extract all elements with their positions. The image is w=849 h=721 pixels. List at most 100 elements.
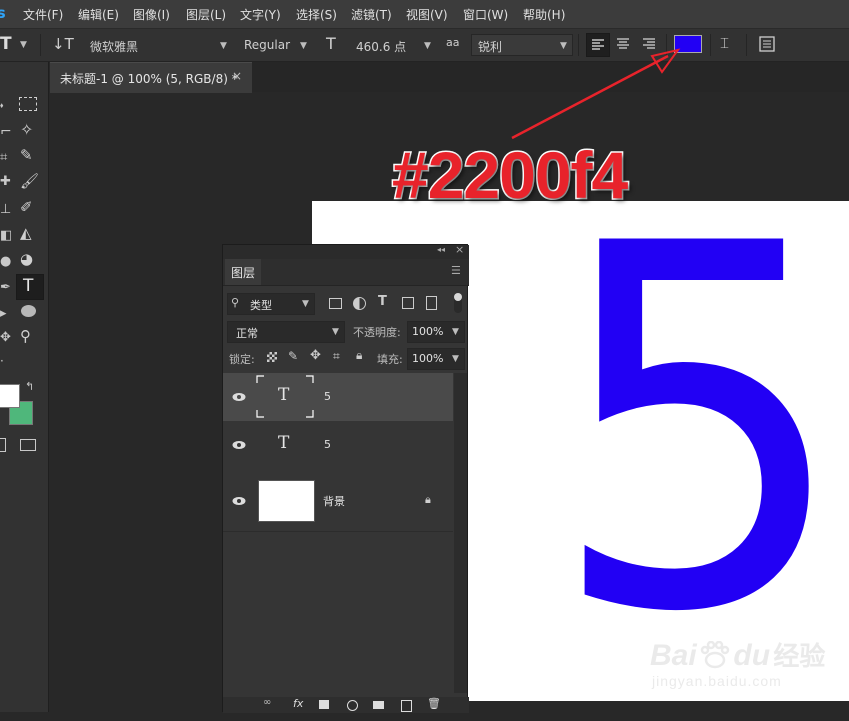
move-tool-icon[interactable]: ⬪ <box>0 98 3 113</box>
layers-footer: ∞ fx 🗑︎ <box>223 697 469 713</box>
chevron-down-icon: ▼ <box>300 41 307 51</box>
pen-tool-icon[interactable]: ✒ <box>0 280 11 295</box>
fill-label: 填充: <box>377 353 403 366</box>
adjustment-layer-icon[interactable] <box>347 700 358 711</box>
type-tool-button[interactable]: T <box>16 274 44 300</box>
font-family-select[interactable]: 微软雅黑 ▼ <box>84 35 234 55</box>
blend-mode-value: 正常 <box>236 327 258 340</box>
chevron-down-icon[interactable]: ▼ <box>20 40 27 50</box>
paint-bucket-icon[interactable]: ◭ <box>20 224 32 242</box>
close-icon[interactable]: × <box>455 243 464 256</box>
antialias-value: 锐利 <box>478 40 503 54</box>
healing-brush-icon[interactable]: ✚ <box>0 174 11 189</box>
menu-view[interactable]: 视图(V) <box>406 6 448 23</box>
options-bar: T ▼ ↓T 微软雅黑 ▼ Regular ▼ T 460.6 点 ▼ aa 锐… <box>0 29 849 62</box>
blend-mode-select[interactable]: 正常 ▼ <box>227 321 345 343</box>
chevron-down-icon: ▼ <box>452 354 459 364</box>
more-tools-icon[interactable]: · <box>0 354 4 368</box>
menu-layer[interactable]: 图层(L) <box>186 6 226 23</box>
type-tool-icon: T <box>23 276 34 296</box>
lock-artboard-icon[interactable]: ⌗ <box>333 349 340 364</box>
eyedropper-icon[interactable]: ✎ <box>20 146 33 164</box>
opacity-input[interactable]: 100% ▼ <box>407 321 465 343</box>
quick-mask-icon[interactable] <box>0 438 6 452</box>
lock-transparent-icon[interactable] <box>267 352 277 362</box>
type-tool-preset-icon[interactable]: T <box>0 34 12 54</box>
close-icon[interactable]: × <box>232 69 242 83</box>
fill-input[interactable]: 100% ▼ <box>407 348 465 370</box>
character-panel-button[interactable] <box>758 35 776 53</box>
layer-row[interactable]: 背景 🔒︎ <box>223 469 453 532</box>
layer-filter-select[interactable]: ⚲ 类型 ▼ <box>227 293 315 315</box>
add-mask-icon[interactable] <box>319 700 329 709</box>
layer-row[interactable]: T 5 <box>223 373 453 422</box>
filter-type-icon[interactable]: T <box>378 294 387 309</box>
marquee-tool-icon[interactable] <box>19 97 37 111</box>
document-tab-title: 未标题-1 @ 100% (5, RGB/8) * <box>60 72 238 86</box>
crop-tool-icon[interactable]: ⌗ <box>0 150 7 165</box>
visibility-eye-icon[interactable] <box>232 440 246 450</box>
magic-wand-icon[interactable]: ✧ <box>20 120 33 139</box>
chevron-down-icon: ▼ <box>302 299 309 309</box>
layer-name: 5 <box>324 438 331 451</box>
tab-layers[interactable]: 图层 <box>225 259 261 285</box>
collapse-icon[interactable]: ◂◂ <box>437 245 445 254</box>
menu-filter[interactable]: 滤镜(T) <box>351 6 392 23</box>
zoom-tool-icon[interactable]: ⚲ <box>20 327 31 345</box>
screen-mode-icon[interactable] <box>20 439 36 451</box>
layer-name: 5 <box>324 390 331 403</box>
foreground-color-swatch[interactable] <box>0 384 20 408</box>
warp-text-icon[interactable]: ⌶ <box>720 34 729 52</box>
menu-select[interactable]: 选择(S) <box>296 6 337 23</box>
panel-menu-icon[interactable]: ☰ <box>451 264 461 277</box>
delete-layer-icon[interactable]: 🗑︎ <box>427 697 441 710</box>
lock-icon: 🔒︎ <box>425 493 431 506</box>
dodge-tool-icon[interactable]: ◕ <box>20 250 33 268</box>
lock-label: 锁定: <box>229 353 255 366</box>
menu-help[interactable]: 帮助(H) <box>523 6 565 23</box>
layer-name: 背景 <box>323 495 345 508</box>
font-style-select[interactable]: Regular ▼ <box>238 35 316 55</box>
new-layer-icon[interactable] <box>401 700 412 712</box>
eraser-icon[interactable]: ◧ <box>0 228 12 243</box>
lock-all-icon[interactable]: 🔒︎ <box>356 348 362 363</box>
color-hex-annotation: #2200f4 <box>390 137 629 214</box>
lock-image-icon[interactable]: ✎ <box>288 349 298 363</box>
menu-file[interactable]: 文件(F) <box>23 6 63 23</box>
filter-pixel-icon[interactable] <box>329 298 342 309</box>
filter-shape-icon[interactable] <box>402 297 414 309</box>
menu-window[interactable]: 窗口(W) <box>463 6 508 23</box>
watermark-brand-tail: du <box>733 639 771 672</box>
panel-header[interactable]: ◂◂ × <box>223 243 469 259</box>
chevron-down-icon: ▼ <box>220 41 227 51</box>
clone-stamp-icon[interactable]: ⊥ <box>0 202 11 217</box>
lasso-tool-icon[interactable]: ⌐ <box>0 124 12 140</box>
filter-adjustment-icon[interactable] <box>353 297 366 310</box>
ellipse-tool-icon[interactable] <box>21 305 36 317</box>
swap-colors-icon[interactable]: ↰ <box>25 380 34 393</box>
lock-position-icon[interactable]: ✥ <box>310 348 321 363</box>
menu-image[interactable]: 图像(I) <box>133 6 170 23</box>
menu-edit[interactable]: 编辑(E) <box>78 6 119 23</box>
font-size-icon: T <box>326 34 336 53</box>
text-orientation-icon[interactable]: ↓T <box>52 35 74 53</box>
watermark-product: 经验 <box>773 641 826 671</box>
layer-row[interactable]: T 5 <box>223 421 453 470</box>
document-tab[interactable]: 未标题-1 @ 100% (5, RGB/8) * × <box>50 62 252 93</box>
layers-scrollbar[interactable] <box>454 373 467 693</box>
hand-tool-icon[interactable]: ✥ <box>0 330 11 345</box>
fx-button[interactable]: fx <box>293 697 303 710</box>
visibility-eye-icon[interactable] <box>232 392 246 402</box>
brush-tool-icon[interactable]: 🖌 <box>20 172 39 190</box>
history-brush-icon[interactable]: ✐ <box>20 198 33 216</box>
link-layers-icon[interactable]: ∞ <box>263 697 271 708</box>
font-size-select[interactable]: 460.6 点 ▼ <box>350 35 436 55</box>
filter-smart-object-icon[interactable] <box>426 296 437 310</box>
path-select-icon[interactable]: ▸ <box>0 306 7 321</box>
menu-type[interactable]: 文字(Y) <box>240 6 281 23</box>
blur-tool-icon[interactable]: ● <box>0 254 11 269</box>
antialias-icon: aa <box>446 36 460 49</box>
filter-toggle[interactable] <box>454 293 462 313</box>
new-group-icon[interactable] <box>373 701 384 709</box>
visibility-eye-icon[interactable] <box>232 496 246 506</box>
